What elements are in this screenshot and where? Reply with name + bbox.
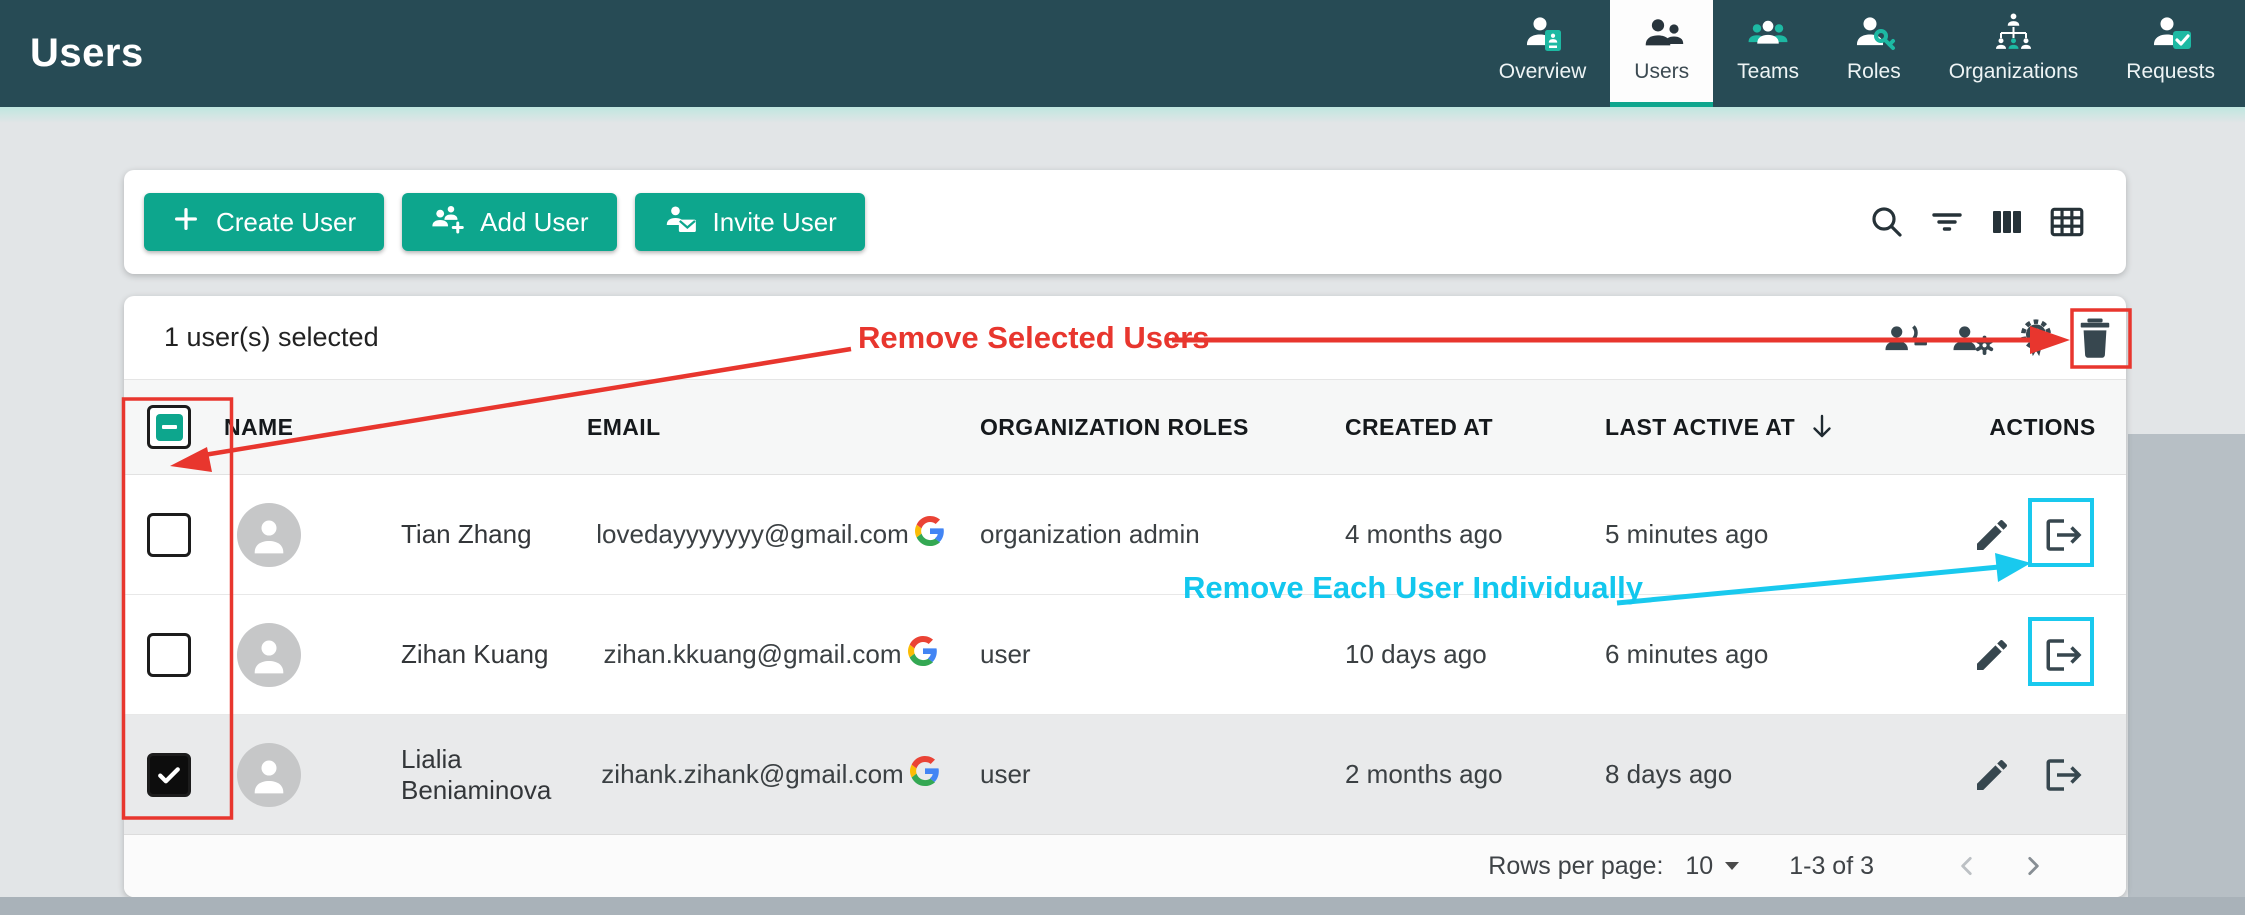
pagination-bar: Rows per page: 10 1-3 of 3 (124, 835, 2126, 897)
people-group-icon (1745, 10, 1791, 58)
tab-users[interactable]: Users (1610, 0, 1713, 107)
person-add-icon (430, 204, 464, 241)
column-header-actions: ACTIONS (1839, 414, 2126, 441)
created-at: 10 days ago (1319, 639, 1579, 670)
org-roles: user (954, 759, 1319, 790)
tab-label: Organizations (1949, 60, 2079, 84)
table-row[interactable]: Tian Zhang lovedayyyyyyy@gmail.com organ… (124, 475, 2126, 595)
org-hierarchy-icon (1990, 10, 2036, 58)
tab-overview[interactable]: Overview (1475, 0, 1611, 107)
delete-icon[interactable] (2076, 317, 2114, 359)
last-active-at: 5 minutes ago (1579, 519, 1839, 550)
person-check-icon (2148, 10, 2194, 58)
table-row[interactable]: Zihan Kuang zihan.kkuang@gmail.com user … (124, 595, 2126, 715)
tab-label: Requests (2126, 60, 2215, 84)
tab-label: Roles (1847, 60, 1901, 84)
rows-per-page-select[interactable]: 10 (1685, 852, 1739, 881)
google-icon (910, 756, 940, 793)
add-user-label: Add User (480, 207, 588, 238)
pagination-range: 1-3 of 3 (1789, 852, 1874, 881)
create-user-label: Create User (216, 207, 356, 238)
tab-requests[interactable]: Requests (2102, 0, 2239, 107)
rows-per-page-value: 10 (1685, 852, 1713, 881)
tab-roles[interactable]: Roles (1823, 0, 1925, 107)
table-header-row: NAME EMAIL ORGANIZATION ROLES CREATED AT… (124, 380, 2126, 475)
grid-view-icon[interactable] (2044, 199, 2090, 245)
edit-icon[interactable] (1970, 753, 2014, 797)
last-active-at: 8 days ago (1579, 759, 1839, 790)
row-checkbox[interactable] (147, 753, 191, 797)
rows-per-page-label: Rows per page: (1488, 852, 1663, 881)
user-name: Lialia Beniaminova (401, 744, 587, 806)
actions-toolbar-card: Create User Add User Invite User (124, 170, 2126, 274)
remove-from-org-icon[interactable] (2042, 513, 2086, 557)
edit-icon[interactable] (1970, 513, 2014, 557)
previous-page-icon[interactable] (1954, 853, 1980, 879)
user-email: zihan.kkuang@gmail.com (603, 639, 901, 670)
last-active-label: LAST ACTIVE AT (1605, 414, 1795, 441)
column-header-name[interactable]: NAME (214, 414, 587, 441)
users-table-card: 1 user(s) selected NAME EMAIL (124, 296, 2126, 897)
selection-toolbar: 1 user(s) selected (124, 296, 2126, 380)
right-edge-panel (2128, 434, 2245, 897)
remove-from-org-icon[interactable] (2042, 633, 2086, 677)
header-glow-strip (0, 107, 2245, 123)
tab-label: Users (1634, 60, 1689, 84)
invite-user-label: Invite User (713, 207, 837, 238)
select-all-checkbox[interactable] (147, 405, 191, 449)
main-nav: Overview Users Teams Roles (1475, 0, 2239, 107)
remove-user-icon[interactable] (1880, 317, 1928, 359)
user-name: Zihan Kuang (401, 639, 548, 670)
edit-icon[interactable] (1970, 633, 2014, 677)
person-key-icon (1851, 10, 1897, 58)
google-icon (908, 636, 938, 673)
invite-user-button[interactable]: Invite User (635, 193, 865, 251)
page-title: Users (30, 0, 144, 107)
create-user-button[interactable]: Create User (144, 193, 384, 251)
created-at: 2 months ago (1319, 759, 1579, 790)
avatar (237, 743, 301, 807)
users-admin-page: Users Overview Users Teams (0, 0, 2245, 915)
google-icon (915, 516, 945, 553)
org-roles: organization admin (954, 519, 1319, 550)
row-checkbox[interactable] (147, 633, 191, 677)
next-page-icon[interactable] (2020, 853, 2046, 879)
user-name: Tian Zhang (401, 519, 532, 550)
indeterminate-mark (156, 414, 183, 441)
column-header-roles[interactable]: ORGANIZATION ROLES (954, 414, 1319, 441)
dropdown-caret-icon (1725, 862, 1739, 870)
row-checkbox[interactable] (147, 513, 191, 557)
user-email: zihank.zihank@gmail.com (601, 759, 903, 790)
add-user-button[interactable]: Add User (402, 193, 616, 251)
user-settings-icon[interactable] (1948, 317, 1996, 359)
column-header-created[interactable]: CREATED AT (1319, 414, 1579, 441)
last-active-at: 6 minutes ago (1579, 639, 1839, 670)
column-header-email[interactable]: EMAIL (587, 414, 954, 441)
user-email: lovedayyyyyyy@gmail.com (596, 519, 908, 550)
selection-status: 1 user(s) selected (164, 322, 379, 353)
assign-badge-icon[interactable] (2016, 316, 2056, 360)
plus-icon (172, 205, 200, 240)
column-header-last-active[interactable]: LAST ACTIVE AT (1579, 412, 1839, 442)
app-header: Users Overview Users Teams (0, 0, 2245, 107)
tab-label: Overview (1499, 60, 1587, 84)
created-at: 4 months ago (1319, 519, 1579, 550)
person-mail-icon (663, 204, 697, 241)
avatar (237, 503, 301, 567)
remove-from-org-icon[interactable] (2042, 753, 2086, 797)
tab-teams[interactable]: Teams (1713, 0, 1823, 107)
tab-organizations[interactable]: Organizations (1925, 0, 2103, 107)
filter-icon[interactable] (1924, 199, 1970, 245)
people-icon (1639, 10, 1685, 58)
person-id-badge-icon (1520, 10, 1566, 58)
tab-label: Teams (1737, 60, 1799, 84)
search-icon[interactable] (1864, 199, 1910, 245)
table-row[interactable]: Lialia Beniaminova zihank.zihank@gmail.c… (124, 715, 2126, 835)
avatar (237, 623, 301, 687)
sort-desc-arrow-icon (1809, 412, 1835, 442)
bottom-edge-bar (0, 897, 2245, 915)
org-roles: user (954, 639, 1319, 670)
view-columns-icon[interactable] (1984, 199, 2030, 245)
